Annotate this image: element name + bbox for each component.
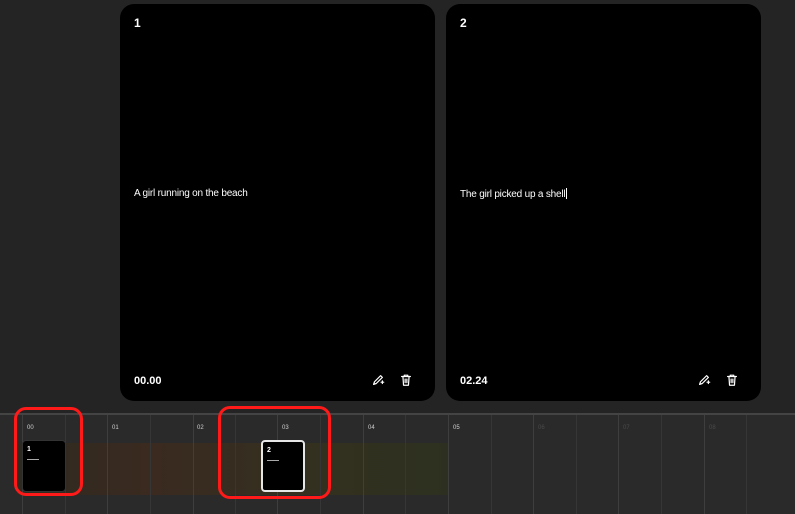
card-prompt-input[interactable]: The girl picked up a shell [460,188,741,200]
timeline-tick [533,415,534,514]
card-prompt-text[interactable]: A girl running on the beach [134,188,415,199]
timeline-tick-label: 04 [368,425,375,431]
timeline-tick-label: 08 [709,425,716,431]
delete-button[interactable] [397,371,415,389]
timeline-tick-label: 03 [282,425,289,431]
pencil-sparkle-icon [699,375,711,385]
timeline-tick [576,415,577,514]
timeline-tick [363,415,364,514]
clip-text-line [267,460,279,461]
timeline-tick [448,415,449,514]
timeline[interactable]: 00 01 02 03 04 05 06 07 08 [0,413,795,514]
timeline-tick [107,415,108,514]
clip-text-line [27,459,39,460]
clip-number: 1 [27,446,31,453]
card-timestamp: 00.00 [134,375,162,387]
timeline-tick [150,415,151,514]
timeline-tick-label: 05 [453,425,460,431]
trash-icon [727,374,737,386]
trash-icon [401,374,411,386]
edit-button[interactable] [695,371,713,389]
timeline-clip-1[interactable]: 1 [22,440,66,492]
edit-button[interactable] [369,371,387,389]
delete-button[interactable] [723,371,741,389]
timeline-tick [193,415,194,514]
card-number: 2 [460,16,467,30]
timeline-tick [491,415,492,514]
timeline-tick [661,415,662,514]
timeline-tick-label: 02 [197,425,204,431]
storyboard-card-2[interactable]: 2 The girl picked up a shell 02.24 [446,4,761,401]
timeline-tick [235,415,236,514]
clip-number: 2 [267,447,271,454]
timeline-tick [618,415,619,514]
timeline-tick [405,415,406,514]
card-prompt-text: The girl picked up a shell [460,189,566,200]
timeline-clip-2-selected[interactable]: 2 [261,440,305,492]
timeline-tick-label: 01 [112,425,119,431]
pencil-sparkle-icon [373,375,385,385]
timeline-tick-label: 06 [538,425,545,431]
card-timestamp: 02.24 [460,375,488,387]
timeline-tick [320,415,321,514]
timeline-tick [746,415,747,514]
text-caret [566,188,568,199]
storyboard-card-1[interactable]: 1 A girl running on the beach 00.00 [120,4,435,401]
card-number: 1 [134,16,141,30]
timeline-tick [704,415,705,514]
timeline-ruler: 00 01 02 03 04 05 06 07 08 [0,415,795,514]
timeline-tick-label: 00 [27,425,34,431]
timeline-tick-label: 07 [623,425,630,431]
